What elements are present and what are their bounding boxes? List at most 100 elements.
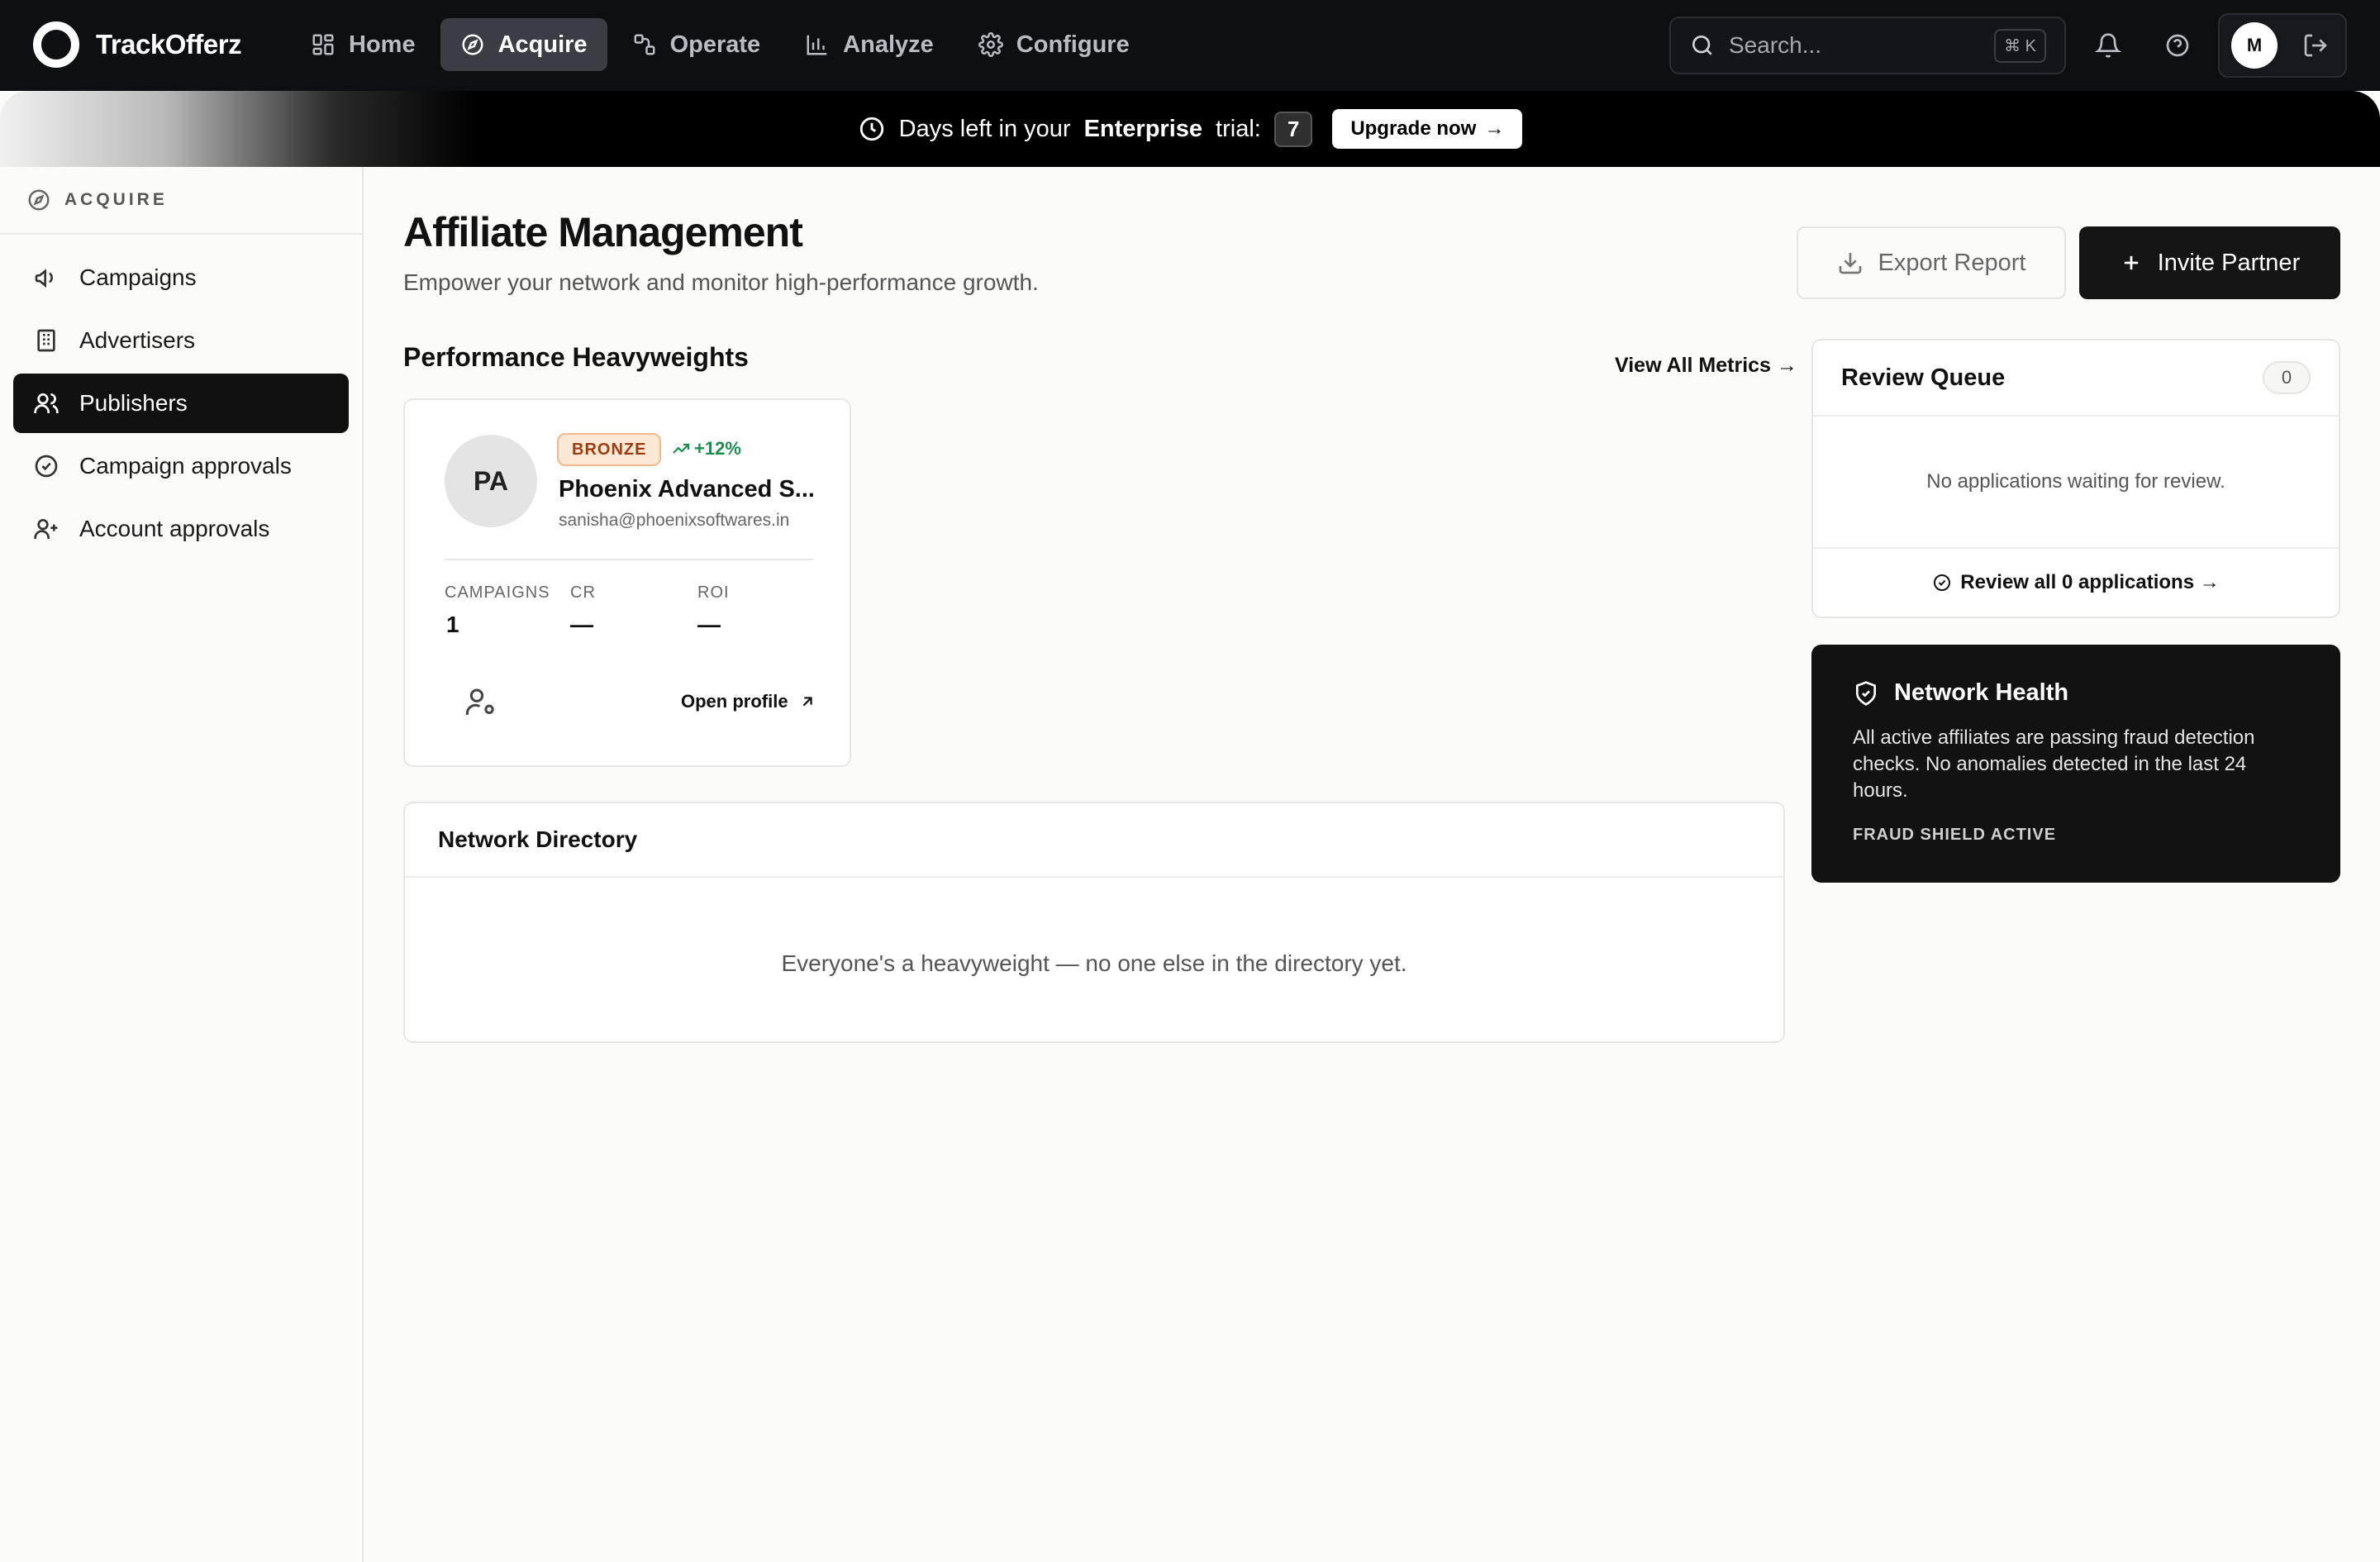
network-directory-title: Network Directory [405,803,1783,878]
publisher-settings-button[interactable] [464,686,497,719]
grid-icon [312,34,334,55]
trial-plan: Enterprise [1083,115,1203,142]
review-all-applications-link[interactable]: Review all 0 applications → [1813,549,2339,617]
help-button[interactable] [2159,26,2197,64]
search-input[interactable] [1729,32,1977,59]
directory-empty-state: Everyone's a heavyweight — no one else i… [781,950,1407,976]
stat-label-campaigns: CAMPAIGNS [445,583,550,602]
upgrade-label: Upgrade now [1350,117,1477,140]
sidebar-item-advertisers[interactable]: Advertisers [13,311,349,370]
network-health-header: Network Health [1853,679,2299,707]
nav-item-label: Home [349,31,416,58]
nav-item-acquire[interactable]: Acquire [440,18,607,71]
stat-value-roi: — [697,612,721,637]
nav-item-label: Operate [669,31,761,58]
nav-item-label: Configure [1016,31,1130,58]
sidebar-item-publishers[interactable]: Publishers [13,374,349,433]
export-report-button[interactable]: Export Report [1797,226,2066,299]
megaphone-icon [35,269,53,288]
main-nav: Home Acquire Operate Analyze Configure [291,18,1154,71]
invite-partner-button[interactable]: Invite Partner [2079,226,2340,299]
trending-up-icon [673,443,690,454]
nav-item-label: Analyze [843,31,934,58]
trial-prefix: Days left in your [898,115,1071,142]
sidebar: ACQUIRE Campaigns Advertisers Publishers… [0,167,364,1562]
review-queue-card: Review Queue 0 No applications waiting f… [1811,339,2340,618]
sidebar-item-label: Advertisers [79,327,196,353]
search-shortcut: ⌘ K [1994,28,2046,63]
publisher-card: PA BRONZE +12% Phoenix Advanced S... san… [403,398,851,767]
fraud-shield-status: FRAUD SHIELD ACTIVE [1853,826,2057,844]
publisher-avatar: PA [445,435,537,527]
sidebar-item-label: Campaigns [79,264,197,290]
shield-check-icon [1856,680,1876,706]
review-queue-empty-state: No applications waiting for review. [1813,417,2339,549]
performance-section-title: Performance Heavyweights [403,342,749,372]
avatar[interactable]: M [2231,22,2278,69]
invite-partner-label: Invite Partner [2157,249,2301,276]
sidebar-section-label: ACQUIRE [64,190,168,209]
trial-days-badge: 7 [1273,111,1313,147]
bell-icon [2095,33,2121,58]
clock-icon [859,117,883,141]
sidebar-item-label: Publishers [79,390,188,416]
nav-item-analyze[interactable]: Analyze [785,18,954,71]
review-all-label: Review all 0 applications → [1960,571,2220,593]
growth-indicator: +12% [671,438,741,460]
network-directory-card: Network Directory Everyone's a heavyweig… [403,802,1785,1043]
gear-icon [978,32,1003,57]
network-health-card: Network Health All active affiliates are… [1811,645,2340,883]
bar-chart-icon [807,35,827,55]
review-queue-count-badge: 0 [2263,361,2311,394]
page-subtitle: Empower your network and monitor high-pe… [403,269,1039,295]
page-title: Affiliate Management [403,209,803,255]
sidebar-item-campaigns[interactable]: Campaigns [13,248,349,307]
compass-icon [28,189,50,211]
network-health-title: Network Health [1894,679,2069,706]
trial-suffix: trial: [1216,115,1261,142]
building-icon [37,329,55,352]
check-circle-icon [35,455,58,478]
trial-banner-content: Days left in your Enterprise trial: 7 Up… [858,109,1523,149]
nav-item-configure[interactable]: Configure [959,18,1150,71]
arrow-up-right-icon [802,697,812,707]
brand[interactable]: TrackOfferz [33,21,242,68]
divider [445,559,813,560]
sidebar-item-label: Campaign approvals [79,453,292,479]
review-queue-title: Review Queue [1841,364,2006,391]
stat-label-cr: CR [570,583,596,602]
upgrade-button[interactable]: Upgrade now → [1332,109,1523,149]
publisher-name: Phoenix Advanced S... [559,476,815,502]
search-bar[interactable]: ⌘ K [1669,17,2066,74]
review-queue-header: Review Queue 0 [1813,340,2339,417]
export-report-label: Export Report [1878,249,2026,276]
sidebar-items: Campaigns Advertisers Publishers Campaig… [0,235,362,575]
sidebar-item-label: Account approvals [79,516,270,541]
logout-icon[interactable] [2302,32,2329,59]
growth-value: +12% [694,438,741,459]
open-profile-label: Open profile [681,691,788,712]
compass-icon [462,34,483,55]
nav-item-operate[interactable]: Operate [612,18,781,71]
tier-badge: BRONZE [557,433,662,466]
stat-label-roi: ROI [697,583,730,602]
nodes-icon [634,34,655,55]
sidebar-item-campaign-approvals[interactable]: Campaign approvals [13,436,349,496]
stat-value-campaigns: 1 [446,612,459,637]
nav-item-label: Acquire [497,31,588,58]
network-health-description: All active affiliates are passing fraud … [1853,726,2255,802]
trial-banner: Days left in your Enterprise trial: 7 Up… [0,91,2380,167]
top-nav: TrackOfferz Home Acquire Operate Analyze… [0,0,2380,91]
brand-name: TrackOfferz [96,29,242,60]
search-icon [1692,36,1712,55]
sidebar-item-account-approvals[interactable]: Account approvals [13,499,349,559]
download-icon [1839,253,1861,274]
plus-icon [2124,255,2138,270]
notifications-button[interactable] [2089,26,2127,64]
user-menu[interactable]: M [2218,13,2347,78]
open-profile-link[interactable]: Open profile [681,691,816,712]
help-circle-icon [2166,34,2189,57]
nav-item-home[interactable]: Home [291,18,436,71]
sidebar-section-header: ACQUIRE [0,167,362,235]
view-all-metrics-link[interactable]: View All Metrics → [1615,354,1797,378]
